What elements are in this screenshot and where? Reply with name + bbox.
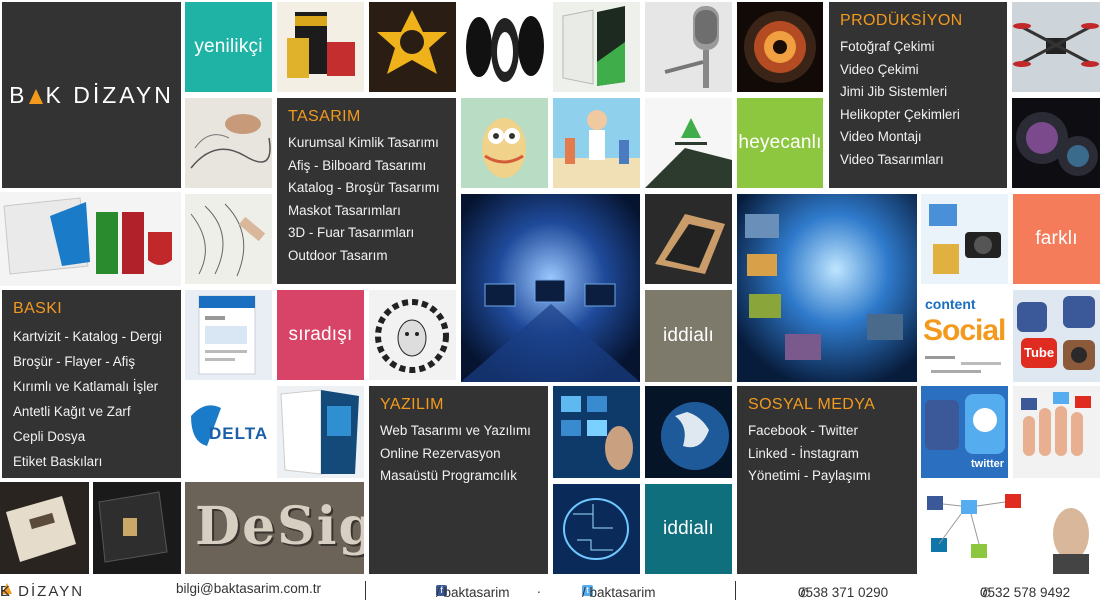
panel-title: TASARIM: [288, 108, 361, 125]
sketch-hand-photo[interactable]: [185, 98, 272, 188]
service-item[interactable]: Video Çekimi: [840, 59, 996, 82]
panel-sosyal-medya[interactable]: SOSYAL MEDYA Facebook - Twitter Linked -…: [737, 386, 917, 574]
microphone-photo[interactable]: [645, 2, 732, 92]
technology-main-image[interactable]: [461, 194, 640, 382]
software-box-photo[interactable]: [553, 2, 640, 92]
camera-collage-photo[interactable]: [921, 194, 1008, 284]
brochure-photo[interactable]: [185, 290, 272, 380]
service-item[interactable]: Linked - İnstagram: [748, 443, 906, 466]
footer: BK DİZAYN bilgi@baktasarim.com.tr f / bak…: [0, 577, 1100, 600]
service-item[interactable]: 3D - Fuar Tasarımları: [288, 222, 445, 245]
drone-photo[interactable]: [1012, 2, 1100, 92]
faces-illustration-photo[interactable]: [461, 2, 548, 92]
panel-title: PRODÜKSİYON: [840, 12, 963, 29]
social-wordcloud-image[interactable]: content Social: [921, 290, 1008, 382]
magazine-spread-photo[interactable]: [277, 386, 364, 478]
service-item[interactable]: Masaüstü Programcılık: [380, 465, 537, 488]
service-item[interactable]: Antetli Kağıt ve Zarf: [13, 399, 170, 424]
wordcloud-title: Social: [923, 314, 1006, 347]
circuit-brain-photo[interactable]: [553, 484, 640, 574]
service-item[interactable]: Cepli Dosya: [13, 424, 170, 449]
service-item[interactable]: Etiket Baskıları: [13, 449, 170, 474]
service-item[interactable]: Kırımlı ve Katlamalı İşler: [13, 374, 170, 399]
design-letterpress-photo[interactable]: DeSign: [185, 482, 364, 574]
delta-logo-photo[interactable]: DELTA: [185, 386, 272, 478]
finger-puppets-photo[interactable]: [1013, 386, 1100, 478]
service-item[interactable]: Fotoğraf Çekimi: [840, 36, 996, 59]
word-tile-heyecanli: heyecanlı: [737, 98, 823, 188]
panel-yazilim[interactable]: YAZILIM Web Tasarımı ve Yazılımı Online …: [369, 386, 548, 574]
service-item[interactable]: Maskot Tasarımları: [288, 200, 445, 223]
footer-dot: .: [537, 581, 541, 596]
social-icons-photo[interactable]: Tube: [1013, 290, 1100, 382]
business-card-photo[interactable]: [0, 192, 181, 286]
brand-logo: BK DİZAYN: [9, 81, 174, 108]
owl-illustration[interactable]: [461, 98, 548, 188]
pen-drawing-photo[interactable]: [185, 194, 272, 284]
panel-tasarim[interactable]: TASARIM Kurumsal Kimlik Tasarımı Afiş - …: [277, 98, 456, 284]
panel-produksiyon[interactable]: PRODÜKSİYON Fotoğraf Çekimi Video Çekimi…: [829, 2, 1007, 188]
service-item[interactable]: Jimi Jib Sistemleri: [840, 81, 996, 104]
architect-tools-photo[interactable]: [645, 194, 732, 284]
service-item[interactable]: Katalog - Broşür Tasarımı: [288, 177, 445, 200]
twitter-text: twitter: [971, 458, 1004, 470]
panel-title: YAZILIM: [380, 396, 444, 413]
beach-characters-illustration[interactable]: [553, 98, 640, 188]
lens-rings-photo[interactable]: [1012, 98, 1100, 188]
ecmain-logo-photo[interactable]: [369, 2, 456, 92]
medusa-illustration[interactable]: [369, 290, 456, 380]
globe-photo[interactable]: [645, 386, 732, 478]
word-tile-yenilikci: yenilikçi: [185, 2, 272, 92]
service-item[interactable]: Afiş - Bilboard Tasarımı: [288, 155, 445, 178]
word-tile-iddiali-1: iddialı: [645, 290, 732, 382]
service-item[interactable]: Yönetimi - Paylaşımı: [748, 465, 906, 488]
delta-logo-text: DELTA: [209, 424, 269, 443]
word-tile-farkli: farklı: [1013, 194, 1100, 284]
panel-baski[interactable]: BASKI Kartvizit - Katalog - Dergi Broşür…: [2, 290, 181, 478]
youtube-icon: Tube: [1024, 345, 1055, 360]
design-letterpress-text: DeSign: [195, 496, 364, 557]
panel-title: BASKI: [13, 300, 63, 317]
social-network-diagram[interactable]: [921, 484, 1100, 574]
business-cards-photo-1[interactable]: [0, 482, 89, 574]
tea-package-photo[interactable]: [277, 2, 364, 92]
service-item[interactable]: Outdoor Tasarım: [288, 245, 445, 268]
media-world-image[interactable]: [737, 194, 917, 382]
service-item[interactable]: Helikopter Çekimleri: [840, 104, 996, 127]
service-item[interactable]: Facebook - Twitter: [748, 420, 906, 443]
brand-logo-tile[interactable]: BK DİZAYN: [2, 2, 181, 188]
service-item[interactable]: Kartvizit - Katalog - Dergi: [13, 324, 170, 349]
service-item[interactable]: Kurumsal Kimlik Tasarımı: [288, 132, 445, 155]
panel-title: SOSYAL MEDYA: [748, 396, 876, 413]
facebook-twitter-photo[interactable]: twitter: [921, 386, 1008, 478]
word-tile-siradisi: sıradışı: [277, 290, 364, 380]
word-tile-iddiali-2: iddialı: [645, 484, 732, 574]
service-item[interactable]: Video Montajı: [840, 126, 996, 149]
logo-triangle-icon: [29, 88, 44, 104]
business-cards-photo-2[interactable]: [93, 482, 181, 574]
service-item[interactable]: Video Tasarımları: [840, 149, 996, 172]
service-item[interactable]: Web Tasarımı ve Yazılımı: [380, 420, 537, 443]
footer-email-link[interactable]: bilgi@baktasarim.com.tr: [176, 581, 321, 596]
logo-mockup-photo[interactable]: [645, 98, 732, 188]
wordcloud-text: content: [925, 296, 976, 312]
service-item[interactable]: Online Rezervasyon: [380, 443, 537, 466]
footer-divider: [365, 581, 366, 600]
footer-divider: [735, 581, 736, 600]
camera-lens-photo[interactable]: [737, 2, 823, 92]
service-item[interactable]: Broşür - Flayer - Afiş: [13, 349, 170, 374]
touchscreen-photo[interactable]: [553, 386, 640, 478]
